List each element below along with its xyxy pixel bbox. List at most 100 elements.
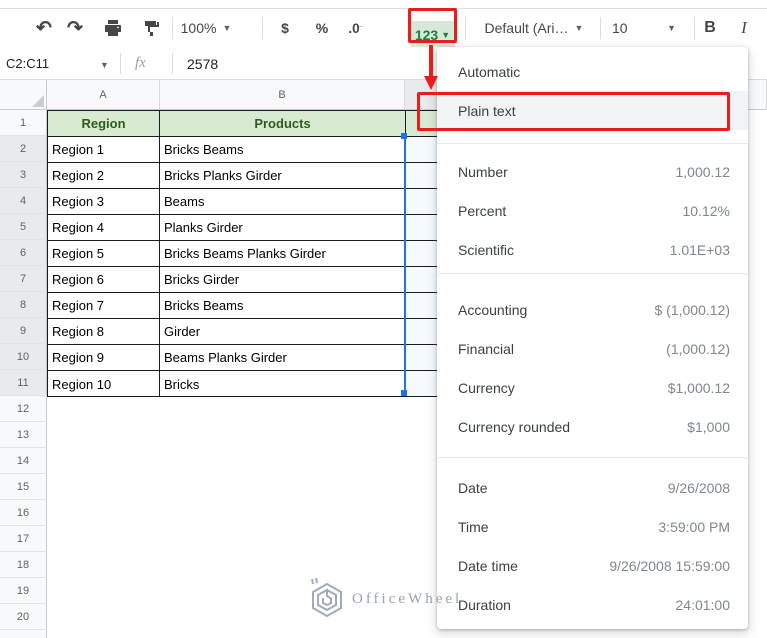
row-header-11[interactable]: 11 [0,370,47,396]
menu-item-duration[interactable]: Duration 24:01:00 [437,585,748,624]
paint-format-icon[interactable] [141,9,163,47]
menu-item-number[interactable]: Number 1,000.12 [437,152,748,191]
row-header-1[interactable]: 1 [0,110,47,136]
menu-item-label: Accounting [458,301,528,318]
menu-item-automatic[interactable]: Automatic [437,52,748,91]
menu-item-date[interactable]: Date 9/26/2008 [437,468,748,507]
menu-item-financial[interactable]: Financial (1,000.12) [437,329,748,368]
cell-b6[interactable]: Bricks Beams Planks Girder [160,241,405,266]
cell-a1[interactable]: Region [48,111,160,136]
row-header-16[interactable]: 16 [0,500,47,526]
menu-item-currency-rounded[interactable]: Currency rounded $1,000 [437,407,748,446]
annotation-arrow-line [429,45,433,77]
menu-item-example: 1.01E+03 [669,241,730,258]
cell-b8[interactable]: Bricks Beams [160,293,405,318]
chevron-down-icon[interactable]: ▼ [100,60,109,70]
menu-item-label: Duration [458,596,511,613]
cell-a3[interactable]: Region 2 [48,163,160,188]
selection-handle-top[interactable] [401,133,407,139]
italic-button[interactable]: I [737,9,751,47]
table-row: Region 8 Girder [48,319,405,345]
row-header-12[interactable]: 12 [0,396,47,422]
menu-item-example: (1,000.12) [666,340,730,357]
row-header-6[interactable]: 6 [0,240,47,266]
font-family-select[interactable]: Default (Ari… ▼ [478,9,590,47]
menu-item-scientific[interactable]: Scientific 1.01E+03 [437,230,748,269]
undo-icon[interactable]: ↶ [33,9,55,47]
print-icon[interactable] [102,9,124,47]
annotation-box-plain-text [417,92,730,131]
table-row: Region 1 Bricks Beams [48,137,405,163]
data-table: Region Products Region 1 Bricks Beams Re… [47,110,406,397]
table-row: Region 3 Beams [48,189,405,215]
menu-item-time[interactable]: Time 3:59:00 PM [437,507,748,546]
row-header-5[interactable]: 5 [0,214,47,240]
format-currency-button[interactable]: $ [276,9,294,47]
cell-a5[interactable]: Region 4 [48,215,160,240]
format-percent-button[interactable]: % [312,9,332,47]
cell-b2[interactable]: Bricks Beams [160,137,405,162]
decrease-decimal-button[interactable]: .0 ← [344,9,364,47]
formula-input[interactable]: 2578 [187,47,218,80]
menu-item-label: Percent [458,202,507,219]
menu-item-date-time[interactable]: Date time 9/26/2008 15:59:00 [437,546,748,585]
redo-icon[interactable]: ↷ [64,9,86,47]
font-family-value: Default (Ari… [484,20,569,36]
cell-b9[interactable]: Girder [160,319,405,344]
cell-b11[interactable]: Bricks [160,371,405,397]
toolbar-divider [694,17,695,39]
cell-a4[interactable]: Region 3 [48,189,160,214]
cell-b10[interactable]: Beams Planks Girder [160,345,405,370]
row-header-21[interactable]: 21 [0,630,47,638]
cell-a10[interactable]: Region 9 [48,345,160,370]
font-size-select[interactable]: 10 ▼ [608,9,680,47]
menu-item-example: 9/26/2008 [667,479,730,496]
row-header-17[interactable]: 17 [0,526,47,552]
row-header-18[interactable]: 18 [0,552,47,578]
cell-b3[interactable]: Bricks Planks Girder [160,163,405,188]
cell-a11[interactable]: Region 10 [48,371,160,397]
menu-item-label: Currency [458,379,515,396]
menu-item-percent[interactable]: Percent 10.12% [437,191,748,230]
table-header-row: Region Products [48,111,405,137]
cell-a8[interactable]: Region 7 [48,293,160,318]
cell-a9[interactable]: Region 8 [48,319,160,344]
table-row: Region 4 Planks Girder [48,215,405,241]
menu-divider [437,273,748,274]
bold-button[interactable]: B [701,9,719,47]
column-header-a[interactable]: A [47,80,160,110]
row-header-10[interactable]: 10 [0,344,47,370]
row-header-9[interactable]: 9 [0,318,47,344]
selection-handle-bottom[interactable] [401,390,407,396]
cell-a7[interactable]: Region 6 [48,267,160,292]
row-header-2[interactable]: 2 [0,136,47,162]
row-header-19[interactable]: 19 [0,578,47,604]
select-all-corner[interactable] [0,80,47,110]
menu-item-currency[interactable]: Currency $1,000.12 [437,368,748,407]
toolbar-divider [172,17,173,39]
cell-a2[interactable]: Region 1 [48,137,160,162]
cell-a6[interactable]: Region 5 [48,241,160,266]
menu-item-label: Time [458,518,489,535]
menu-item-accounting[interactable]: Accounting $ (1,000.12) [437,290,748,329]
cell-b7[interactable]: Bricks Girder [160,267,405,292]
cell-b1[interactable]: Products [160,111,405,136]
table-row: Region 10 Bricks [48,371,405,397]
row-header-4[interactable]: 4 [0,188,47,214]
menu-item-example: 1,000.12 [675,163,731,180]
cell-b5[interactable]: Planks Girder [160,215,405,240]
row-header-7[interactable]: 7 [0,266,47,292]
name-box[interactable]: C2:C11 [6,47,49,80]
row-header-14[interactable]: 14 [0,448,47,474]
row-header-20[interactable]: 20 [0,604,47,630]
menu-item-label: Financial [458,340,515,357]
row-header-15[interactable]: 15 [0,474,47,500]
toolbar-divider [600,17,601,39]
row-header-3[interactable]: 3 [0,162,47,188]
chevron-down-icon: ▼ [222,23,232,33]
zoom-select[interactable]: 100% ▼ [180,9,232,47]
row-header-8[interactable]: 8 [0,292,47,318]
cell-b4[interactable]: Beams [160,189,405,214]
row-header-13[interactable]: 13 [0,422,47,448]
column-header-b[interactable]: B [160,80,405,110]
